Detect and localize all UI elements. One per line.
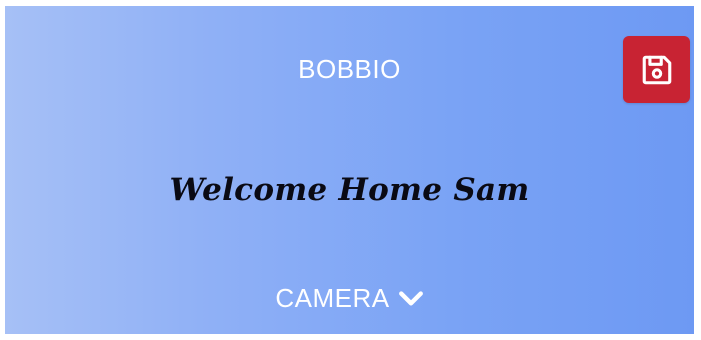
save-button[interactable] — [623, 36, 690, 103]
app-screen: BOBBIO Welcome Home Sam CAMERA — [5, 6, 694, 334]
welcome-message: Welcome Home Sam — [169, 172, 530, 208]
floppy-disk-icon — [642, 55, 671, 84]
camera-label: CAMERA — [275, 283, 390, 313]
app-title: BOBBIO — [298, 54, 401, 84]
chevron-down-icon — [398, 289, 424, 309]
camera-dropdown[interactable]: CAMERA — [5, 283, 694, 314]
